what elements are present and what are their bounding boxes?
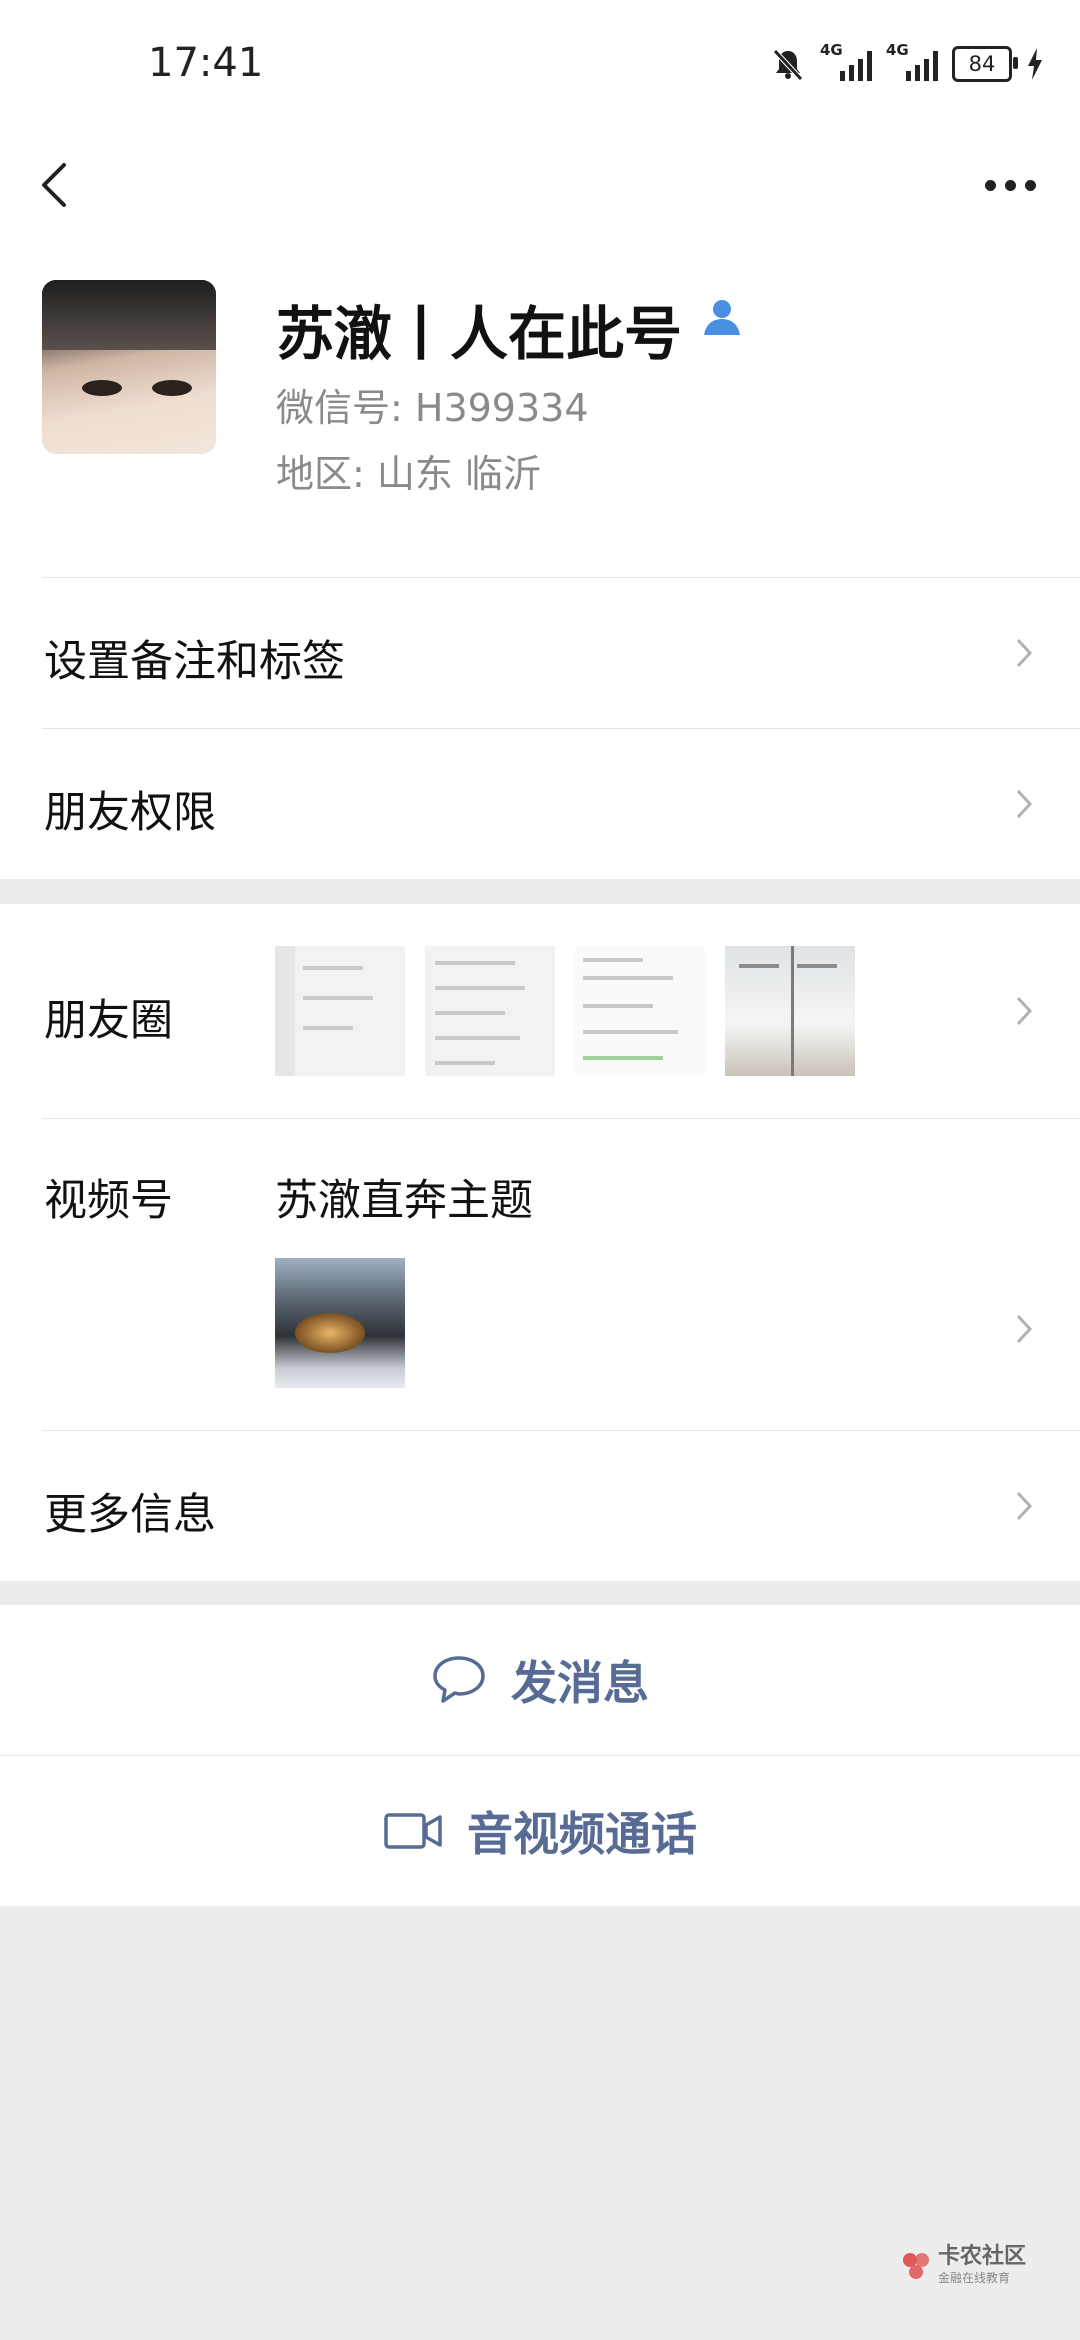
more-dot-icon [1004, 179, 1016, 191]
region: 地区: 山东 临沂 [276, 452, 541, 496]
chevron-right-icon [1016, 638, 1033, 668]
moments-thumbnails [275, 946, 855, 1076]
video-call-button[interactable]: 音视频通话 [0, 1755, 1080, 1906]
nav-bar [0, 135, 1080, 265]
moments-thumbnail [575, 946, 705, 1076]
back-button[interactable] [30, 145, 90, 225]
more-button[interactable] [960, 145, 1060, 225]
channels-label: 视频号 [44, 1176, 173, 1226]
avatar[interactable] [42, 280, 216, 454]
user-badge-icon [704, 300, 740, 335]
watermark-subtitle: 金融在线教育 [938, 2271, 1011, 2285]
divider [42, 1118, 1080, 1119]
chevron-left-icon [42, 163, 66, 207]
remark-label: 设置备注和标签 [44, 637, 345, 687]
divider [42, 1430, 1080, 1431]
status-time: 17:41 [148, 40, 264, 86]
channel-name: 苏澈直奔主题 [275, 1176, 533, 1226]
signal-icon-2: 4G [886, 41, 938, 81]
chevron-right-icon [1016, 996, 1033, 1026]
more-dot-icon [984, 179, 996, 191]
divider [42, 728, 1080, 729]
moments-label: 朋友圈 [44, 996, 173, 1046]
charging-icon [1028, 48, 1042, 80]
remark-row[interactable]: 设置备注和标签 [0, 577, 1080, 728]
message-icon [433, 1656, 485, 1703]
channels-row[interactable]: 视频号 苏澈直奔主题 [0, 1118, 1080, 1430]
chevron-right-icon [1016, 1491, 1033, 1521]
moments-row[interactable]: 朋友圈 [0, 904, 1080, 1118]
watermark: 卡农社区 金融在线教育 [900, 2245, 1026, 2286]
profile-card: 苏澈丨人在此号 微信号: H399334 地区: 山东 临沂 [0, 265, 1080, 577]
chevron-right-icon [1016, 789, 1033, 819]
status-icons: 4G 4G 84 [770, 41, 1044, 84]
status-bar: 17:41 4G 4G 84 [0, 0, 1080, 135]
more-dot-icon [1024, 179, 1036, 191]
send-message-label: 发消息 [511, 1656, 649, 1710]
more-info-label: 更多信息 [44, 1490, 216, 1540]
nickname: 苏澈丨人在此号 [276, 300, 683, 368]
wechat-id: 微信号: H399334 [276, 386, 589, 430]
send-message-button[interactable]: 发消息 [0, 1605, 1080, 1755]
bell-off-icon [773, 49, 803, 81]
moments-thumbnail [725, 946, 855, 1076]
watermark-logo-icon [903, 2252, 929, 2279]
chevron-right-icon [1016, 1314, 1033, 1344]
video-camera-icon [384, 1813, 442, 1849]
signal-icon: 4G [820, 41, 872, 81]
more-info-row[interactable]: 更多信息 [0, 1430, 1080, 1581]
battery-level: 84 [968, 52, 996, 76]
moments-thumbnail [275, 946, 405, 1076]
channel-thumbnail [275, 1258, 405, 1388]
moments-thumbnail [425, 946, 555, 1076]
battery-icon: 84 [952, 46, 1018, 82]
permissions-label: 朋友权限 [44, 788, 216, 838]
video-call-label: 音视频通话 [467, 1807, 697, 1861]
divider [42, 577, 1080, 578]
permissions-row[interactable]: 朋友权限 [0, 728, 1080, 879]
watermark-title: 卡农社区 [938, 2244, 1027, 2269]
